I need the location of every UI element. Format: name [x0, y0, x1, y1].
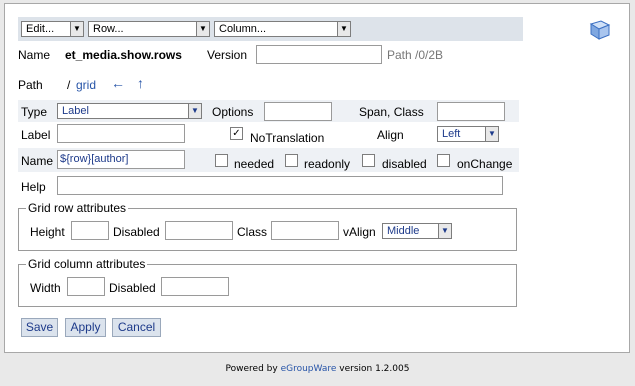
column-menu-label: Column...: [219, 23, 267, 35]
needed-label: needed: [234, 157, 275, 171]
align-label: Align: [377, 128, 404, 142]
span-class-input[interactable]: [437, 102, 505, 121]
valign-select-value: Middle: [387, 225, 420, 237]
column-disabled-label: Disabled: [109, 281, 156, 295]
notranslation-label: NoTranslation: [250, 131, 325, 145]
type-label: Type: [21, 105, 48, 119]
align-select[interactable]: Left ▼: [437, 126, 499, 142]
toolbar: Edit... ▼ Row... ▼ Column... ▼: [18, 17, 523, 41]
column-menu-select[interactable]: Column... ▼: [214, 21, 351, 37]
align-select-value: Left: [442, 128, 461, 140]
help-input[interactable]: [57, 176, 503, 195]
grid-row-legend: Grid row attributes: [26, 201, 129, 215]
chevron-down-icon: ▼: [337, 22, 350, 36]
footer-suffix: version 1.2.005: [336, 364, 410, 374]
book-icon[interactable]: [588, 19, 612, 41]
onchange-checkbox[interactable]: [437, 154, 450, 167]
class-input[interactable]: [271, 221, 339, 240]
onchange-label: onChange: [457, 157, 513, 171]
readonly-checkbox[interactable]: [285, 154, 298, 167]
footer-prefix: Powered by: [225, 364, 281, 374]
widget-name-input[interactable]: ${row}[author]: [57, 150, 185, 169]
disabled-label: disabled: [382, 157, 427, 171]
valign-label: vAlign: [343, 225, 376, 239]
egroupware-link[interactable]: eGroupWare: [281, 364, 337, 374]
needed-checkbox[interactable]: [215, 154, 228, 167]
type-select-value: Label: [62, 105, 89, 117]
editor-panel: Edit... ▼ Row... ▼ Column... ▼ Name et_m…: [4, 3, 630, 353]
row-disabled-label: Disabled: [113, 225, 160, 239]
chevron-down-icon: ▼: [438, 224, 451, 238]
label-label: Label: [21, 128, 51, 142]
path-separator: /: [67, 78, 71, 92]
class-label: Class: [237, 225, 268, 239]
label-input[interactable]: [57, 124, 185, 143]
chevron-down-icon: ▼: [485, 127, 498, 141]
edit-menu-label: Edit...: [26, 23, 55, 35]
width-label: Width: [30, 281, 61, 295]
width-input[interactable]: [67, 277, 105, 296]
arrow-left-icon[interactable]: ←: [111, 76, 125, 90]
options-input[interactable]: [264, 102, 332, 121]
footer: Powered by eGroupWare version 1.2.005: [0, 364, 635, 374]
save-button[interactable]: Save: [21, 318, 58, 337]
valign-select[interactable]: Middle ▼: [382, 223, 452, 239]
row-disabled-input[interactable]: [165, 221, 233, 240]
cancel-button[interactable]: Cancel: [112, 318, 161, 337]
type-select[interactable]: Label ▼: [57, 103, 202, 119]
version-input[interactable]: [256, 45, 382, 64]
row-menu-select[interactable]: Row... ▼: [88, 21, 210, 37]
row-menu-label: Row...: [93, 23, 124, 35]
arrow-up-icon[interactable]: ↑: [137, 76, 144, 90]
widget-name-label: Name: [21, 154, 54, 168]
column-disabled-input[interactable]: [161, 277, 229, 296]
chevron-down-icon: ▼: [188, 104, 201, 118]
readonly-label: readonly: [304, 157, 351, 171]
height-input[interactable]: [71, 221, 109, 240]
help-label: Help: [21, 180, 46, 194]
path-info: Path /0/2B: [387, 48, 444, 62]
template-name: et_media.show.rows: [65, 48, 182, 62]
apply-button[interactable]: Apply: [65, 318, 106, 337]
height-label: Height: [30, 225, 65, 239]
chevron-down-icon: ▼: [70, 22, 83, 36]
path-label: Path: [18, 78, 43, 92]
notranslation-checkbox[interactable]: ✓: [230, 127, 243, 140]
span-class-label: Span, Class: [359, 105, 424, 119]
chevron-down-icon: ▼: [196, 22, 209, 36]
grid-column-legend: Grid column attributes: [26, 257, 148, 271]
version-label: Version: [207, 48, 248, 62]
disabled-checkbox[interactable]: [362, 154, 375, 167]
path-grid-link[interactable]: grid: [76, 78, 96, 92]
options-label: Options: [212, 105, 254, 119]
edit-menu-select[interactable]: Edit... ▼: [21, 21, 84, 37]
name-label: Name: [18, 48, 51, 62]
